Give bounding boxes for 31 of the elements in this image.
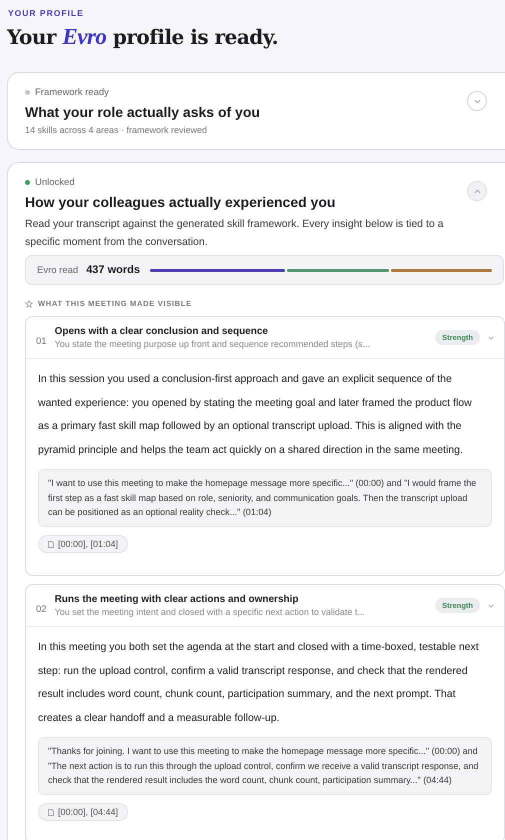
chevron-glyph-icon <box>474 188 480 194</box>
transcript-quote: "I want to use this meeting to make the homepage message more specific..." (00:00) and "I would frame the first step as a fast skill map based on role, seniority, and communication goals. Then the transcript upload can be positioned as an optional reality check..." (01:04) <box>38 469 492 526</box>
document-icon <box>48 540 54 548</box>
transcript-quote: "Thanks for joining. I want to use this meeting to make the homepage message more specific..." (00:00) and "The next action is to run this through the upload control, confirm we receive a valid transcript response, and check that the rendered result includes the word count, chunk count, participation summary..." (04:44) <box>38 737 492 794</box>
insight-title: Opens with a clear conclusion and sequence <box>54 326 269 337</box>
section-title: How your colleagues actually experienced you <box>25 194 336 210</box>
insight-body: In this session you used a conclusion-first approach and gave an explicit sequence of the wanted experience: you opened by stating the meeting goal and later framed the product flow as a primary fast skill map followed by an optional transcript upload. This is aligned with the pyramid principle and helps the team act quickly on a shared direction in the same meeting. <box>38 372 473 458</box>
page-headline: Your Evro profile is ready. <box>7 24 280 50</box>
chevron-icon <box>488 604 494 608</box>
eyebrow-label: YOUR PROFILE <box>8 8 85 18</box>
read-label: Evro read <box>37 264 78 276</box>
section-description: Read your transcript against the generated skill framework. Every insight below is tied to a specific moment from the conversation. <box>25 217 444 250</box>
status-label: Unlocked <box>35 177 75 188</box>
status-label: Framework ready <box>35 87 109 98</box>
insight-number: 02 <box>36 604 47 615</box>
insight-title: Runs the meeting with clear actions and ownership <box>54 594 300 605</box>
timestamp-chip[interactable]: [00:00], [01:04] <box>38 535 128 553</box>
chevron-glyph-icon <box>474 98 480 104</box>
document-icon <box>48 808 54 816</box>
insight-number: 01 <box>36 336 47 347</box>
star-icon <box>25 300 33 308</box>
insight-summary: You set the meeting intent and closed with a specific next action to validate t... <box>54 607 366 617</box>
insight-summary: You state the meeting purpose up front and sequence recommended steps (s... <box>54 339 371 349</box>
chevron-icon <box>488 336 494 340</box>
section-title: What your role actually asks of you <box>25 104 261 120</box>
expand-button[interactable] <box>467 91 487 111</box>
word-count: 437 words <box>86 264 140 276</box>
timestamp-chip[interactable]: [00:00], [04:44] <box>38 803 128 821</box>
collapse-button[interactable] <box>467 181 487 201</box>
insight-body: In this meeting you both set the agenda at the start and closed with a time-boxed, testable next step: run the upload control, confirm a valid transcript response, and check that the rendered result includes word count, chunk count, participation summary, and the next prompt. That creates a clear handoff and a measurable follow-up. <box>38 640 480 726</box>
section-meta: 14 skills across 4 areas · framework reviewed <box>25 125 208 135</box>
